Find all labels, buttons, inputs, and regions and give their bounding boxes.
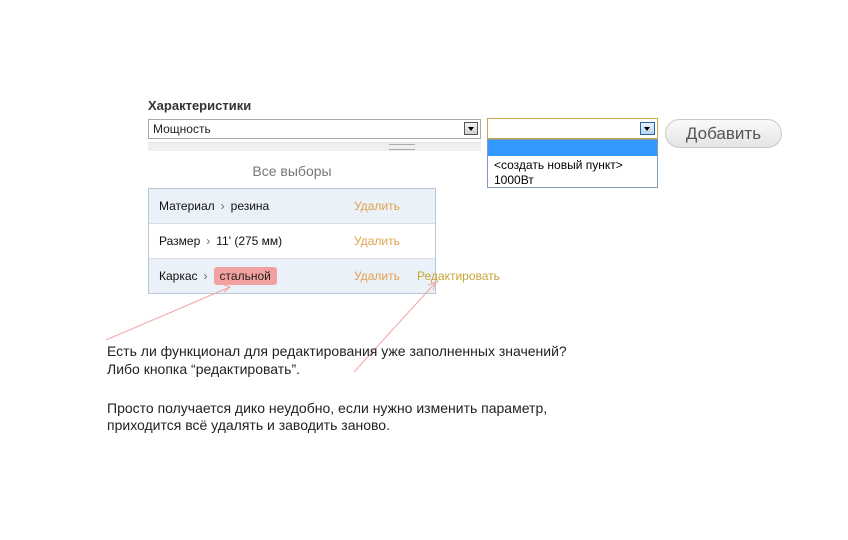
comment-question-line1: Есть ли функционал для редактирования уж… [107,343,567,359]
arrow-to-value-chip [105,286,231,341]
arrowhead-value-chip [221,283,231,293]
comment-question-line2: Либо кнопка “редактировать”. [107,361,301,377]
comment-paragraph-line1: Просто получается дико неудобно, если ну… [107,400,548,416]
comment-paragraph-line2: приходится всё удалять и заводить заново… [107,417,390,433]
annotation-arrows [105,281,437,373]
